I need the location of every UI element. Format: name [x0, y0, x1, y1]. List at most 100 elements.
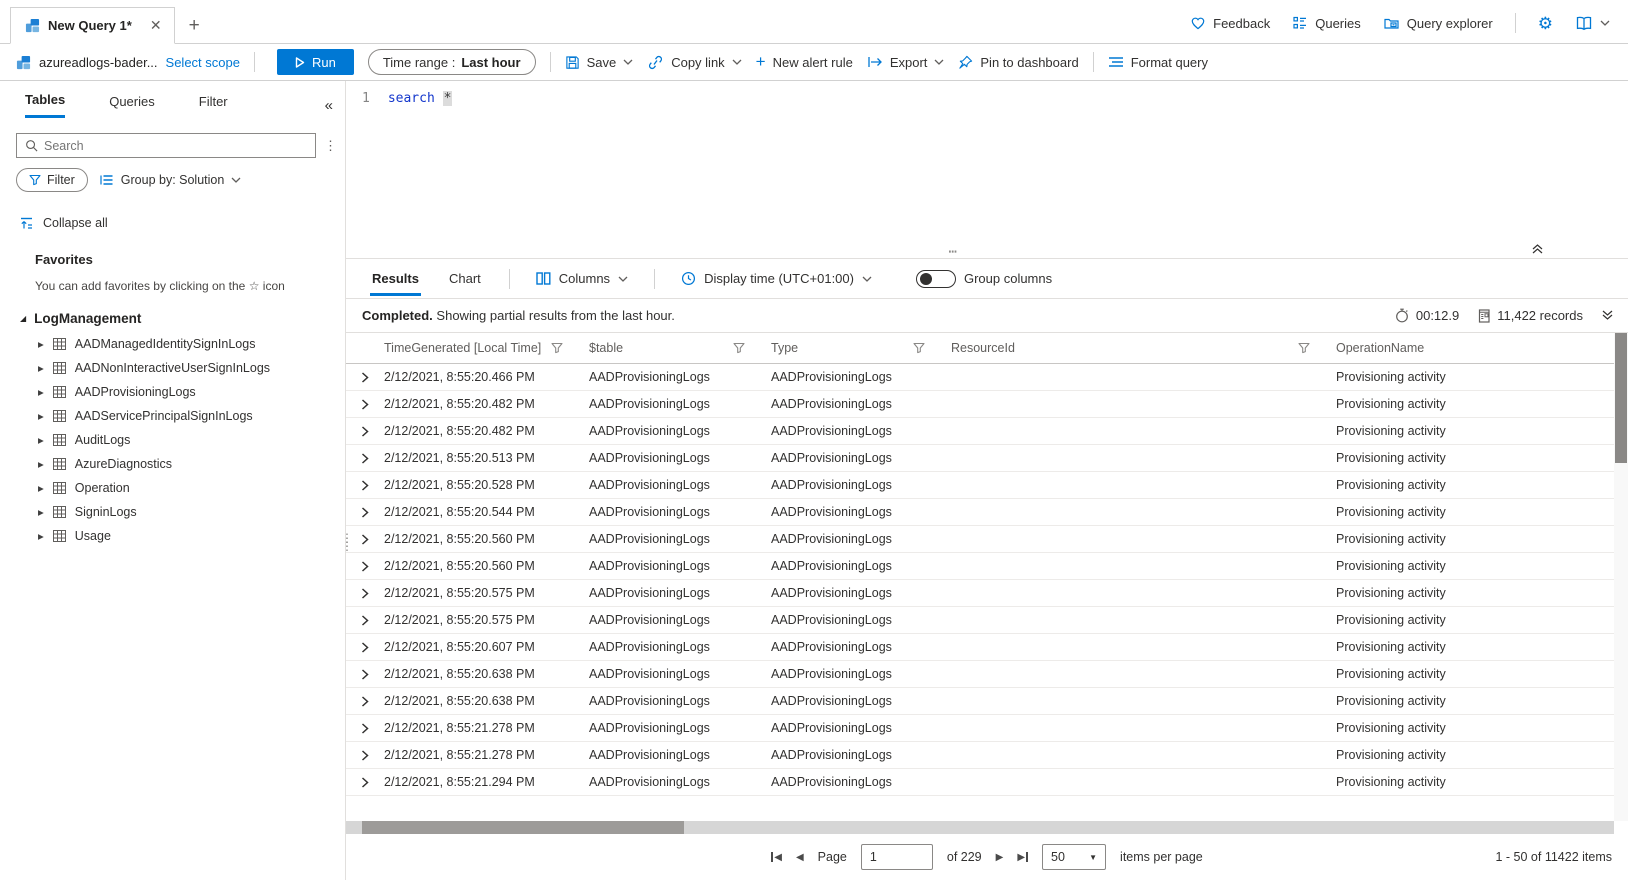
table-item[interactable]: ▶ AzureDiagnostics	[0, 452, 345, 476]
new-alert-rule-button[interactable]: + New alert rule	[756, 52, 853, 72]
collapse-sidebar-icon[interactable]: «	[325, 97, 333, 114]
table-item[interactable]: ▶ AADNonInteractiveUserSignInLogs	[0, 356, 345, 380]
collapse-all-button[interactable]: Collapse all	[0, 192, 345, 230]
table-item[interactable]: ▶ Usage	[0, 524, 345, 548]
expand-triangle-icon[interactable]: ▶	[38, 532, 44, 541]
expand-row-icon[interactable]	[361, 587, 369, 599]
filter-funnel-icon[interactable]	[913, 342, 925, 354]
expand-triangle-icon[interactable]: ▶	[38, 388, 44, 397]
close-tab-icon[interactable]: ✕	[150, 17, 162, 34]
save-button[interactable]: Save	[565, 55, 634, 70]
docs-button[interactable]	[1575, 16, 1610, 31]
table-item[interactable]: ▶ Operation	[0, 476, 345, 500]
previous-page-button[interactable]: ◀	[796, 852, 804, 863]
table-item[interactable]: ▶ SigninLogs	[0, 500, 345, 524]
expand-row-icon[interactable]	[361, 452, 369, 464]
expand-triangle-icon[interactable]: ▶	[38, 364, 44, 373]
editor-resize-handle[interactable]: ⋯	[949, 244, 958, 260]
table-row[interactable]: 2/12/2021, 8:55:20.513 PM AADProvisionin…	[346, 445, 1614, 472]
table-row[interactable]: 2/12/2021, 8:55:20.638 PM AADProvisionin…	[346, 661, 1614, 688]
table-row[interactable]: 2/12/2021, 8:55:20.528 PM AADProvisionin…	[346, 472, 1614, 499]
new-tab-button[interactable]: +	[175, 15, 214, 43]
chevron-down-icon[interactable]	[934, 59, 944, 65]
tab-tables[interactable]: Tables	[25, 92, 66, 118]
page-number-input[interactable]	[860, 844, 933, 870]
table-row[interactable]: 2/12/2021, 8:55:20.482 PM AADProvisionin…	[346, 418, 1614, 445]
more-options-icon[interactable]: ⋮	[324, 138, 337, 154]
tab-filter[interactable]: Filter	[199, 94, 228, 117]
expand-row-icon[interactable]	[361, 749, 369, 761]
log-management-group[interactable]: ◢ LogManagement	[0, 293, 345, 326]
expand-row-icon[interactable]	[361, 695, 369, 707]
table-item[interactable]: ▶ AADServicePrincipalSignInLogs	[0, 404, 345, 428]
expand-results-icon[interactable]	[1601, 310, 1614, 321]
search-input[interactable]	[44, 138, 307, 153]
expand-row-icon[interactable]	[361, 425, 369, 437]
display-time-selector[interactable]: Display time (UTC+01:00)	[681, 271, 872, 286]
collapse-editor-icon[interactable]	[1531, 243, 1544, 254]
first-page-button[interactable]: ◀	[771, 852, 782, 863]
column-header[interactable]: $table	[589, 341, 771, 355]
tab-queries[interactable]: Queries	[109, 94, 155, 117]
expand-triangle-icon[interactable]: ▶	[38, 484, 44, 493]
expand-row-icon[interactable]	[361, 371, 369, 383]
format-query-button[interactable]: Format query	[1108, 55, 1208, 70]
table-item[interactable]: ▶ AADProvisioningLogs	[0, 380, 345, 404]
query-explorer-button[interactable]: Query explorer	[1383, 15, 1493, 31]
table-row[interactable]: 2/12/2021, 8:55:20.560 PM AADProvisionin…	[346, 553, 1614, 580]
column-header[interactable]: TimeGenerated [Local Time]	[384, 341, 589, 355]
tab-results[interactable]: Results	[370, 261, 421, 296]
time-range-picker[interactable]: Time range : Last hour	[367, 49, 536, 75]
table-row[interactable]: 2/12/2021, 8:55:21.278 PM AADProvisionin…	[346, 742, 1614, 769]
chevron-down-icon[interactable]	[732, 59, 742, 65]
horizontal-scrollbar[interactable]	[346, 821, 1614, 834]
query-editor[interactable]: 1 search * ⋯	[346, 81, 1628, 260]
table-row[interactable]: 2/12/2021, 8:55:20.560 PM AADProvisionin…	[346, 526, 1614, 553]
select-scope-link[interactable]: Select scope	[166, 55, 240, 70]
page-size-select[interactable]: 50 ▼	[1042, 844, 1107, 870]
table-row[interactable]: 2/12/2021, 8:55:20.544 PM AADProvisionin…	[346, 499, 1614, 526]
expand-row-icon[interactable]	[361, 479, 369, 491]
expand-triangle-icon[interactable]: ▶	[38, 436, 44, 445]
table-row[interactable]: 2/12/2021, 8:55:20.638 PM AADProvisionin…	[346, 688, 1614, 715]
table-row[interactable]: 2/12/2021, 8:55:20.575 PM AADProvisionin…	[346, 580, 1614, 607]
expand-triangle-icon[interactable]: ▶	[38, 508, 44, 517]
vertical-scrollbar-thumb[interactable]	[1615, 333, 1627, 463]
copy-link-button[interactable]: Copy link	[647, 55, 742, 70]
chevron-down-icon[interactable]	[623, 59, 633, 65]
table-row[interactable]: 2/12/2021, 8:55:20.482 PM AADProvisionin…	[346, 391, 1614, 418]
column-header[interactable]: Type	[771, 341, 951, 355]
expand-row-icon[interactable]	[361, 641, 369, 653]
filter-funnel-icon[interactable]	[733, 342, 745, 354]
expand-row-icon[interactable]	[361, 722, 369, 734]
group-by-selector[interactable]: Group by: Solution	[100, 173, 242, 187]
queries-button[interactable]: Queries	[1292, 15, 1361, 31]
table-item[interactable]: ▶ AADManagedIdentitySignInLogs	[0, 332, 345, 356]
expand-row-icon[interactable]	[361, 506, 369, 518]
filter-funnel-icon[interactable]	[551, 342, 563, 354]
search-box[interactable]	[16, 133, 316, 158]
expand-triangle-icon[interactable]: ▶	[38, 340, 44, 349]
column-header[interactable]: OperationName	[1336, 341, 1614, 355]
expand-row-icon[interactable]	[361, 776, 369, 788]
next-page-button[interactable]: ▶	[996, 852, 1004, 863]
feedback-button[interactable]: Feedback	[1190, 15, 1270, 31]
expand-triangle-icon[interactable]: ▶	[38, 412, 44, 421]
columns-selector[interactable]: Columns	[536, 271, 628, 286]
table-row[interactable]: 2/12/2021, 8:55:21.294 PM AADProvisionin…	[346, 769, 1614, 796]
filter-funnel-icon[interactable]	[1298, 342, 1310, 354]
last-page-button[interactable]: ▶	[1017, 852, 1029, 863]
table-row[interactable]: 2/12/2021, 8:55:20.575 PM AADProvisionin…	[346, 607, 1614, 634]
column-header[interactable]: ResourceId	[951, 341, 1336, 355]
vertical-scrollbar[interactable]	[1614, 333, 1628, 821]
expand-row-icon[interactable]	[361, 614, 369, 626]
table-row[interactable]: 2/12/2021, 8:55:20.466 PM AADProvisionin…	[346, 364, 1614, 391]
query-tab[interactable]: New Query 1* ✕	[10, 7, 175, 44]
filter-button[interactable]: Filter	[16, 168, 88, 192]
expand-row-icon[interactable]	[361, 398, 369, 410]
settings-button[interactable]: ⚙	[1538, 15, 1553, 32]
table-item[interactable]: ▶ AuditLogs	[0, 428, 345, 452]
horizontal-scrollbar-thumb[interactable]	[362, 821, 684, 834]
pin-to-dashboard-button[interactable]: Pin to dashboard	[958, 55, 1079, 70]
expand-row-icon[interactable]	[361, 560, 369, 572]
